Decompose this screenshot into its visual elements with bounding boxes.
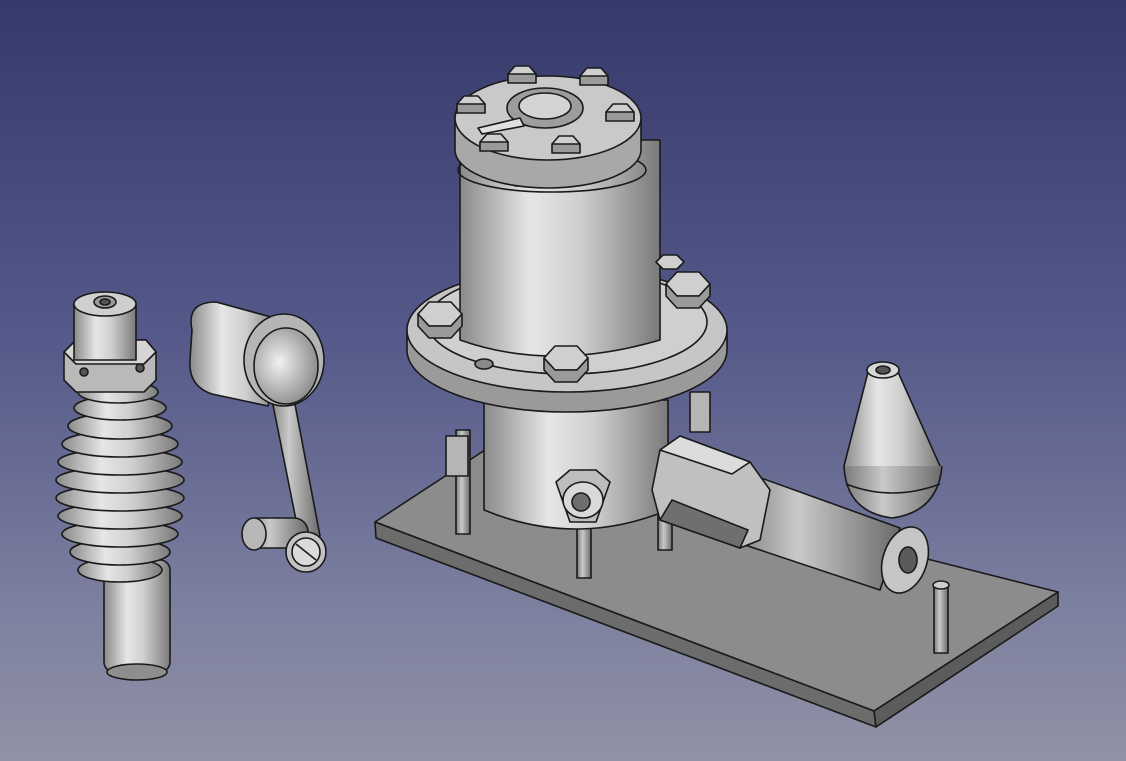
- scene: [55, 65, 1059, 728]
- spring-piston[interactable]: [55, 291, 185, 681]
- top-cap: [454, 75, 642, 189]
- crank-arm[interactable]: [189, 301, 327, 573]
- 3d-viewport[interactable]: [0, 0, 1126, 761]
- spring-coils: [55, 380, 185, 583]
- cone-weight[interactable]: [843, 361, 943, 519]
